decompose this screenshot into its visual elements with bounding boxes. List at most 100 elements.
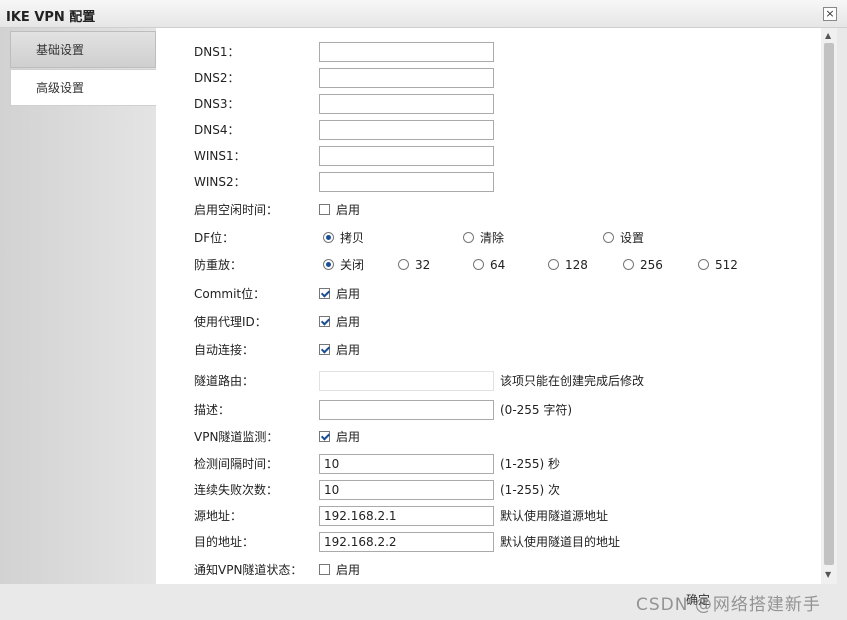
auto-connect-row: 自动连接： 启用 bbox=[156, 338, 821, 362]
replay-radio-128[interactable] bbox=[548, 259, 559, 270]
df-option-copy: 拷贝 bbox=[340, 231, 365, 245]
tunnel-route-input bbox=[319, 371, 494, 391]
scroll-thumb[interactable] bbox=[824, 43, 834, 565]
vertical-scrollbar[interactable]: ▲ ▼ bbox=[821, 28, 837, 584]
watermark: CSDN @网络搭建新手 bbox=[636, 595, 821, 615]
wins2-label: WINS2： bbox=[194, 175, 246, 189]
failures-input[interactable] bbox=[319, 480, 494, 500]
dns3-label: DNS3： bbox=[194, 97, 240, 111]
df-radio-set[interactable] bbox=[603, 232, 614, 243]
replay-radio-off[interactable] bbox=[323, 259, 334, 270]
source-address-input[interactable] bbox=[319, 506, 494, 526]
replay-option-128: 128 bbox=[565, 258, 588, 272]
commit-row: Commit位： 启用 bbox=[156, 282, 821, 306]
failures-row: 连续失败次数： (1-255) 次 bbox=[156, 478, 821, 502]
df-row: DF位： 拷贝 清除 设置 bbox=[156, 226, 821, 250]
df-label: DF位： bbox=[194, 231, 235, 245]
close-icon[interactable]: × bbox=[823, 7, 837, 21]
tunnel-route-row: 隧道路由： 该项只能在创建完成后修改 bbox=[156, 369, 821, 393]
scroll-up-icon[interactable]: ▲ bbox=[825, 31, 831, 40]
proxy-id-option: 启用 bbox=[336, 315, 361, 329]
source-row: 源地址： 默认使用隧道源地址 bbox=[156, 504, 821, 528]
tunnel-route-label: 隧道路由： bbox=[194, 374, 255, 388]
description-hint: (0-255 字符) bbox=[500, 403, 573, 417]
tab-basic-settings[interactable]: 基础设置 bbox=[10, 31, 156, 68]
replay-radio-32[interactable] bbox=[398, 259, 409, 270]
replay-radio-64[interactable] bbox=[473, 259, 484, 270]
interval-row: 检测间隔时间： (1-255) 秒 bbox=[156, 452, 821, 476]
auto-connect-option: 启用 bbox=[336, 343, 361, 357]
replay-label: 防重放： bbox=[194, 258, 243, 272]
dns3-row: DNS3： bbox=[156, 92, 821, 116]
dns1-row: DNS1： bbox=[156, 40, 821, 64]
vpn-monitor-row: VPN隧道监测： 启用 bbox=[156, 425, 821, 449]
dns2-row: DNS2： bbox=[156, 66, 821, 90]
replay-row: 防重放： 关闭 32 64 128 256 512 bbox=[156, 253, 821, 277]
df-radio-copy[interactable] bbox=[323, 232, 334, 243]
idle-time-row: 启用空闲时间： 启用 bbox=[156, 198, 821, 222]
description-label: 描述： bbox=[194, 403, 231, 417]
description-input[interactable] bbox=[319, 400, 494, 420]
notify-row: 通知VPN隧道状态： 启用 bbox=[156, 558, 821, 582]
dest-hint: 默认使用隧道目的地址 bbox=[500, 535, 621, 549]
dns1-label: DNS1： bbox=[194, 45, 240, 59]
source-hint: 默认使用隧道源地址 bbox=[500, 509, 609, 523]
commit-label: Commit位： bbox=[194, 287, 266, 301]
wins1-input[interactable] bbox=[319, 146, 494, 166]
notify-checkbox[interactable] bbox=[319, 564, 330, 575]
commit-checkbox[interactable] bbox=[319, 288, 330, 299]
dest-address-input[interactable] bbox=[319, 532, 494, 552]
wins1-row: WINS1： bbox=[156, 144, 821, 168]
dns1-input[interactable] bbox=[319, 42, 494, 62]
replay-option-256: 256 bbox=[640, 258, 663, 272]
sidebar: 基础设置 高级设置 bbox=[0, 28, 156, 584]
replay-option-64: 64 bbox=[490, 258, 506, 272]
replay-option-512: 512 bbox=[715, 258, 738, 272]
replay-radio-256[interactable] bbox=[623, 259, 634, 270]
proxy-id-checkbox[interactable] bbox=[319, 316, 330, 327]
dns3-input[interactable] bbox=[319, 94, 494, 114]
proxy-id-row: 使用代理ID： 启用 bbox=[156, 310, 821, 334]
replay-radio-512[interactable] bbox=[698, 259, 709, 270]
tunnel-route-hint: 该项只能在创建完成后修改 bbox=[500, 374, 645, 388]
idle-time-label: 启用空闲时间： bbox=[194, 203, 279, 217]
proxy-id-label: 使用代理ID： bbox=[194, 315, 267, 329]
dns4-row: DNS4： bbox=[156, 118, 821, 142]
df-radio-clear[interactable] bbox=[463, 232, 474, 243]
interval-input[interactable] bbox=[319, 454, 494, 474]
vpn-monitor-checkbox[interactable] bbox=[319, 431, 330, 442]
dest-row: 目的地址： 默认使用隧道目的地址 bbox=[156, 530, 821, 554]
replay-option-off: 关闭 bbox=[340, 258, 365, 272]
vpn-monitor-label: VPN隧道监测： bbox=[194, 430, 279, 444]
source-label: 源地址： bbox=[194, 509, 243, 523]
notify-option: 启用 bbox=[336, 563, 361, 577]
wins2-row: WINS2： bbox=[156, 170, 821, 194]
dialog-titlebar: IKE VPN 配置 × bbox=[0, 0, 847, 28]
notify-label: 通知VPN隧道状态： bbox=[194, 563, 303, 577]
vpn-monitor-option: 启用 bbox=[336, 430, 361, 444]
dns2-input[interactable] bbox=[319, 68, 494, 88]
auto-connect-checkbox[interactable] bbox=[319, 344, 330, 355]
dialog-footer: 确定 CSDN @网络搭建新手 bbox=[0, 584, 847, 620]
wins1-label: WINS1： bbox=[194, 149, 246, 163]
wins2-input[interactable] bbox=[319, 172, 494, 192]
failures-label: 连续失败次数： bbox=[194, 483, 279, 497]
auto-connect-label: 自动连接： bbox=[194, 343, 255, 357]
description-row: 描述： (0-255 字符) bbox=[156, 398, 821, 422]
scroll-down-icon[interactable]: ▼ bbox=[825, 570, 831, 579]
dns4-input[interactable] bbox=[319, 120, 494, 140]
idle-time-checkbox[interactable] bbox=[319, 204, 330, 215]
df-option-set: 设置 bbox=[620, 231, 645, 245]
interval-hint: (1-255) 秒 bbox=[500, 457, 561, 471]
replay-option-32: 32 bbox=[415, 258, 431, 272]
interval-label: 检测间隔时间： bbox=[194, 457, 279, 471]
failures-hint: (1-255) 次 bbox=[500, 483, 561, 497]
df-option-clear: 清除 bbox=[480, 231, 505, 245]
tab-advanced-settings[interactable]: 高级设置 bbox=[10, 69, 156, 106]
idle-time-option: 启用 bbox=[336, 203, 361, 217]
dns4-label: DNS4： bbox=[194, 123, 240, 137]
advanced-settings-panel: DNS1： DNS2： DNS3： DNS4： WINS1： WINS2： 启用… bbox=[156, 28, 821, 584]
dialog-title: IKE VPN 配置 bbox=[6, 10, 96, 25]
commit-option: 启用 bbox=[336, 287, 361, 301]
dest-label: 目的地址： bbox=[194, 535, 255, 549]
